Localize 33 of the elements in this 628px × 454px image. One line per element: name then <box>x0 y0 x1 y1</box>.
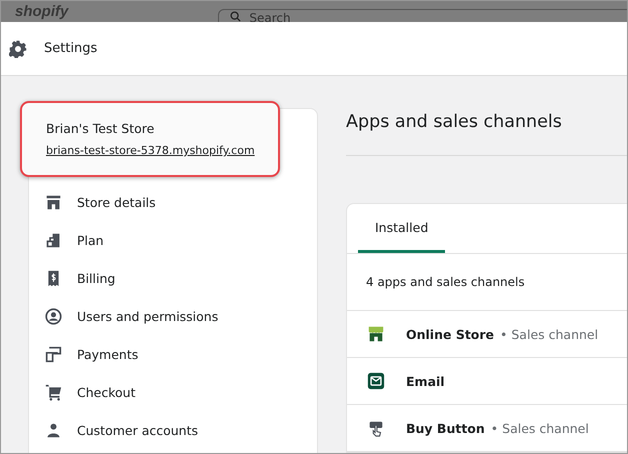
tab[interactable]: Installed <box>358 204 446 253</box>
app-type: • Sales channel <box>500 326 598 342</box>
store-name: Brian's Test Store <box>46 121 156 136</box>
apps-count: 4 apps and sales channels <box>347 254 627 311</box>
app-row[interactable]: Email <box>347 358 627 405</box>
envelope-icon <box>367 372 385 390</box>
app-name: Email <box>406 374 445 388</box>
cart-icon <box>45 384 62 400</box>
app-type: • Sales channel <box>490 420 589 436</box>
page-title: Settings <box>44 41 98 56</box>
steps-icon <box>45 232 62 248</box>
app-row[interactable]: Online Store • Sales channel <box>347 311 627 358</box>
app-name: Buy Button <box>406 420 485 436</box>
sidebar-item[interactable]: Users and permissions <box>29 297 317 335</box>
card-icon <box>45 346 62 362</box>
sidebar-item[interactable]: Store details <box>29 183 317 221</box>
store-header[interactable]: Brian's Test Store brians-test-store-5378.myshopify.com <box>20 101 280 177</box>
sidebar-item[interactable]: Plan <box>29 221 317 259</box>
storefront-icon <box>45 194 62 210</box>
section-title: Apps and sales channels <box>346 112 627 156</box>
user-circle-icon <box>45 308 62 324</box>
search-icon <box>230 10 242 22</box>
store-url-link[interactable]: brians-test-store-5378.myshopify.com <box>46 144 278 157</box>
storefront-icon <box>367 325 385 343</box>
settings-icon <box>9 40 27 58</box>
app-name: Online Store <box>406 326 494 342</box>
person-icon <box>45 422 62 438</box>
sidebar-item[interactable]: Customer accounts <box>29 411 317 449</box>
sidebar-item[interactable]: Billing <box>29 259 317 297</box>
pointer-icon <box>367 419 385 437</box>
app-row[interactable]: Buy Button • Sales channel <box>347 405 627 452</box>
sidebar-item[interactable]: Checkout <box>29 373 317 411</box>
sidebar-item[interactable]: Payments <box>29 335 317 373</box>
